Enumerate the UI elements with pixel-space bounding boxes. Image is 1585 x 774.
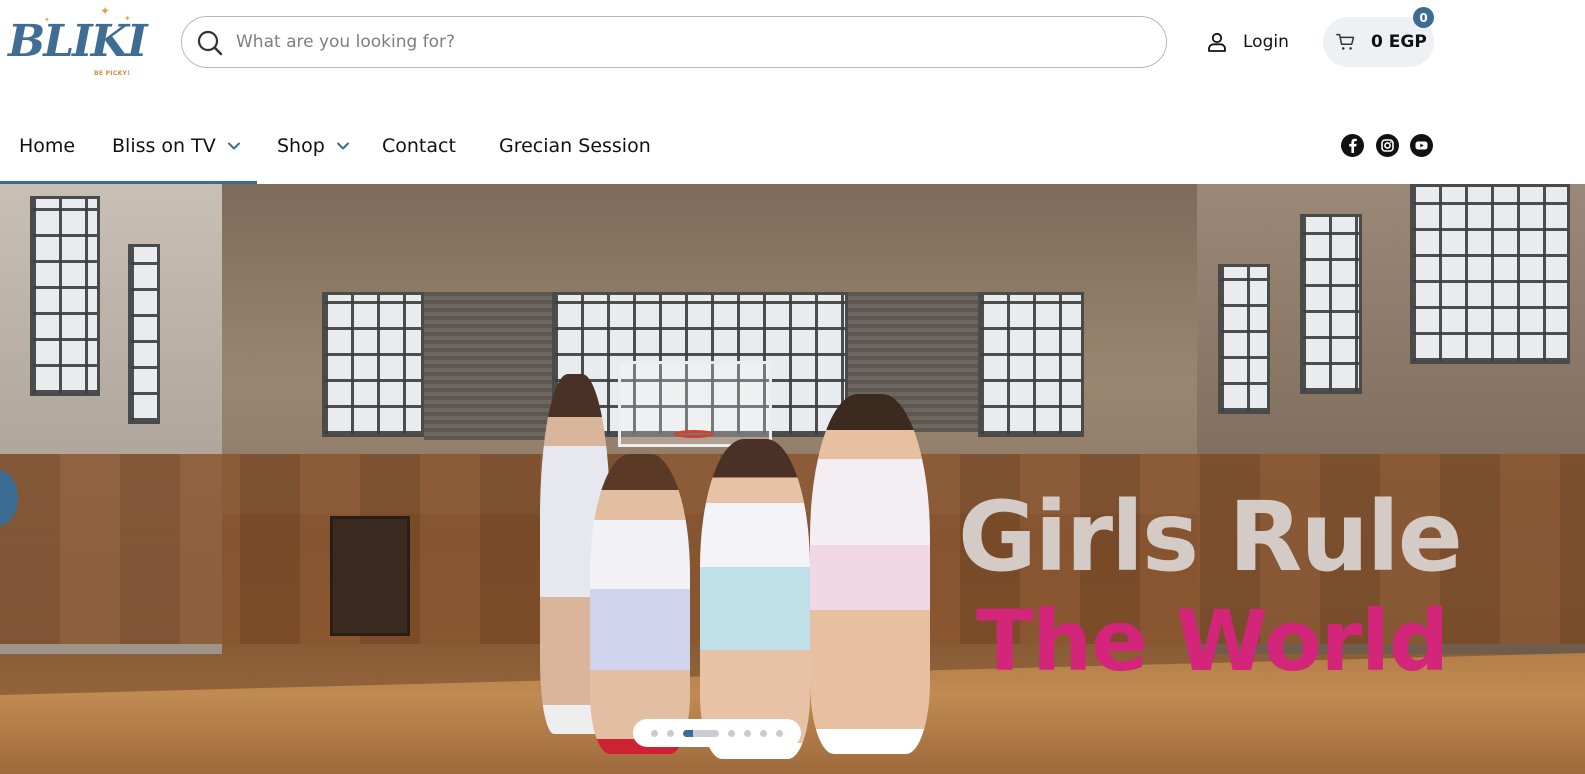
slide-dot[interactable] [744,729,751,737]
slider-pagination [633,719,801,747]
nav-item-label: Contact [382,135,456,157]
slide-dot[interactable] [776,729,783,737]
slide-dot-active[interactable] [683,729,719,737]
search-input[interactable] [236,25,1136,59]
nav-item-contact[interactable]: Contact [382,132,456,160]
nav-item-bliss-on-tv[interactable]: Bliss on TV [112,132,242,160]
model-figure [810,394,930,754]
nav-item-grecian-session[interactable]: Grecian Session [499,132,651,160]
slide-dot[interactable] [667,729,674,737]
gym-window [30,196,100,396]
nav-item-label: Grecian Session [499,135,651,157]
cart-total: 0 EGP [1371,32,1427,52]
model-figure [590,454,690,754]
basketball-hoop [674,430,714,438]
hero-subline: The World [976,592,1449,690]
login-button[interactable]: Login [1205,26,1289,58]
window-blind [424,292,552,440]
cart-icon [1336,33,1355,50]
youtube-icon[interactable] [1410,134,1433,157]
logo-wordmark: BLIKI [8,16,148,67]
gym-window [1410,184,1570,364]
slide-dot[interactable] [728,729,735,737]
gym-window [1300,214,1362,394]
chevron-down-icon [336,142,349,150]
login-label: Login [1243,32,1289,52]
hero-banner[interactable]: Girls Rule The World [0,184,1585,774]
site-header: ✦ ✦ ✦ BLIKI BE PICKY! Login 0 EGP 0 [0,0,1585,84]
site-logo[interactable]: ✦ ✦ ✦ BLIKI BE PICKY! [8,4,148,82]
nav-item-home[interactable]: Home [19,132,75,160]
model-figure [700,439,810,759]
search-bar [181,16,1167,68]
gym-window [128,244,160,424]
nav-item-label: Bliss on TV [112,135,216,157]
slide-dot[interactable] [651,729,658,737]
nav-item-label: Shop [277,135,325,157]
gym-window [1218,264,1270,414]
user-icon [1208,32,1226,52]
chevron-down-icon [227,142,240,150]
cart-count-badge: 0 [1413,7,1434,28]
nav-item-label: Home [19,135,76,157]
instagram-icon[interactable] [1376,134,1399,157]
facebook-icon[interactable] [1341,134,1364,157]
hero-headline: Girls Rule [958,481,1463,593]
gym-window [322,292,424,437]
nav-item-shop[interactable]: Shop [277,132,351,160]
search-icon[interactable] [196,29,224,57]
slide-dot[interactable] [760,729,767,737]
logo-tagline: BE PICKY! [94,70,131,77]
gym-door [330,516,410,636]
gym-window [978,292,1084,437]
